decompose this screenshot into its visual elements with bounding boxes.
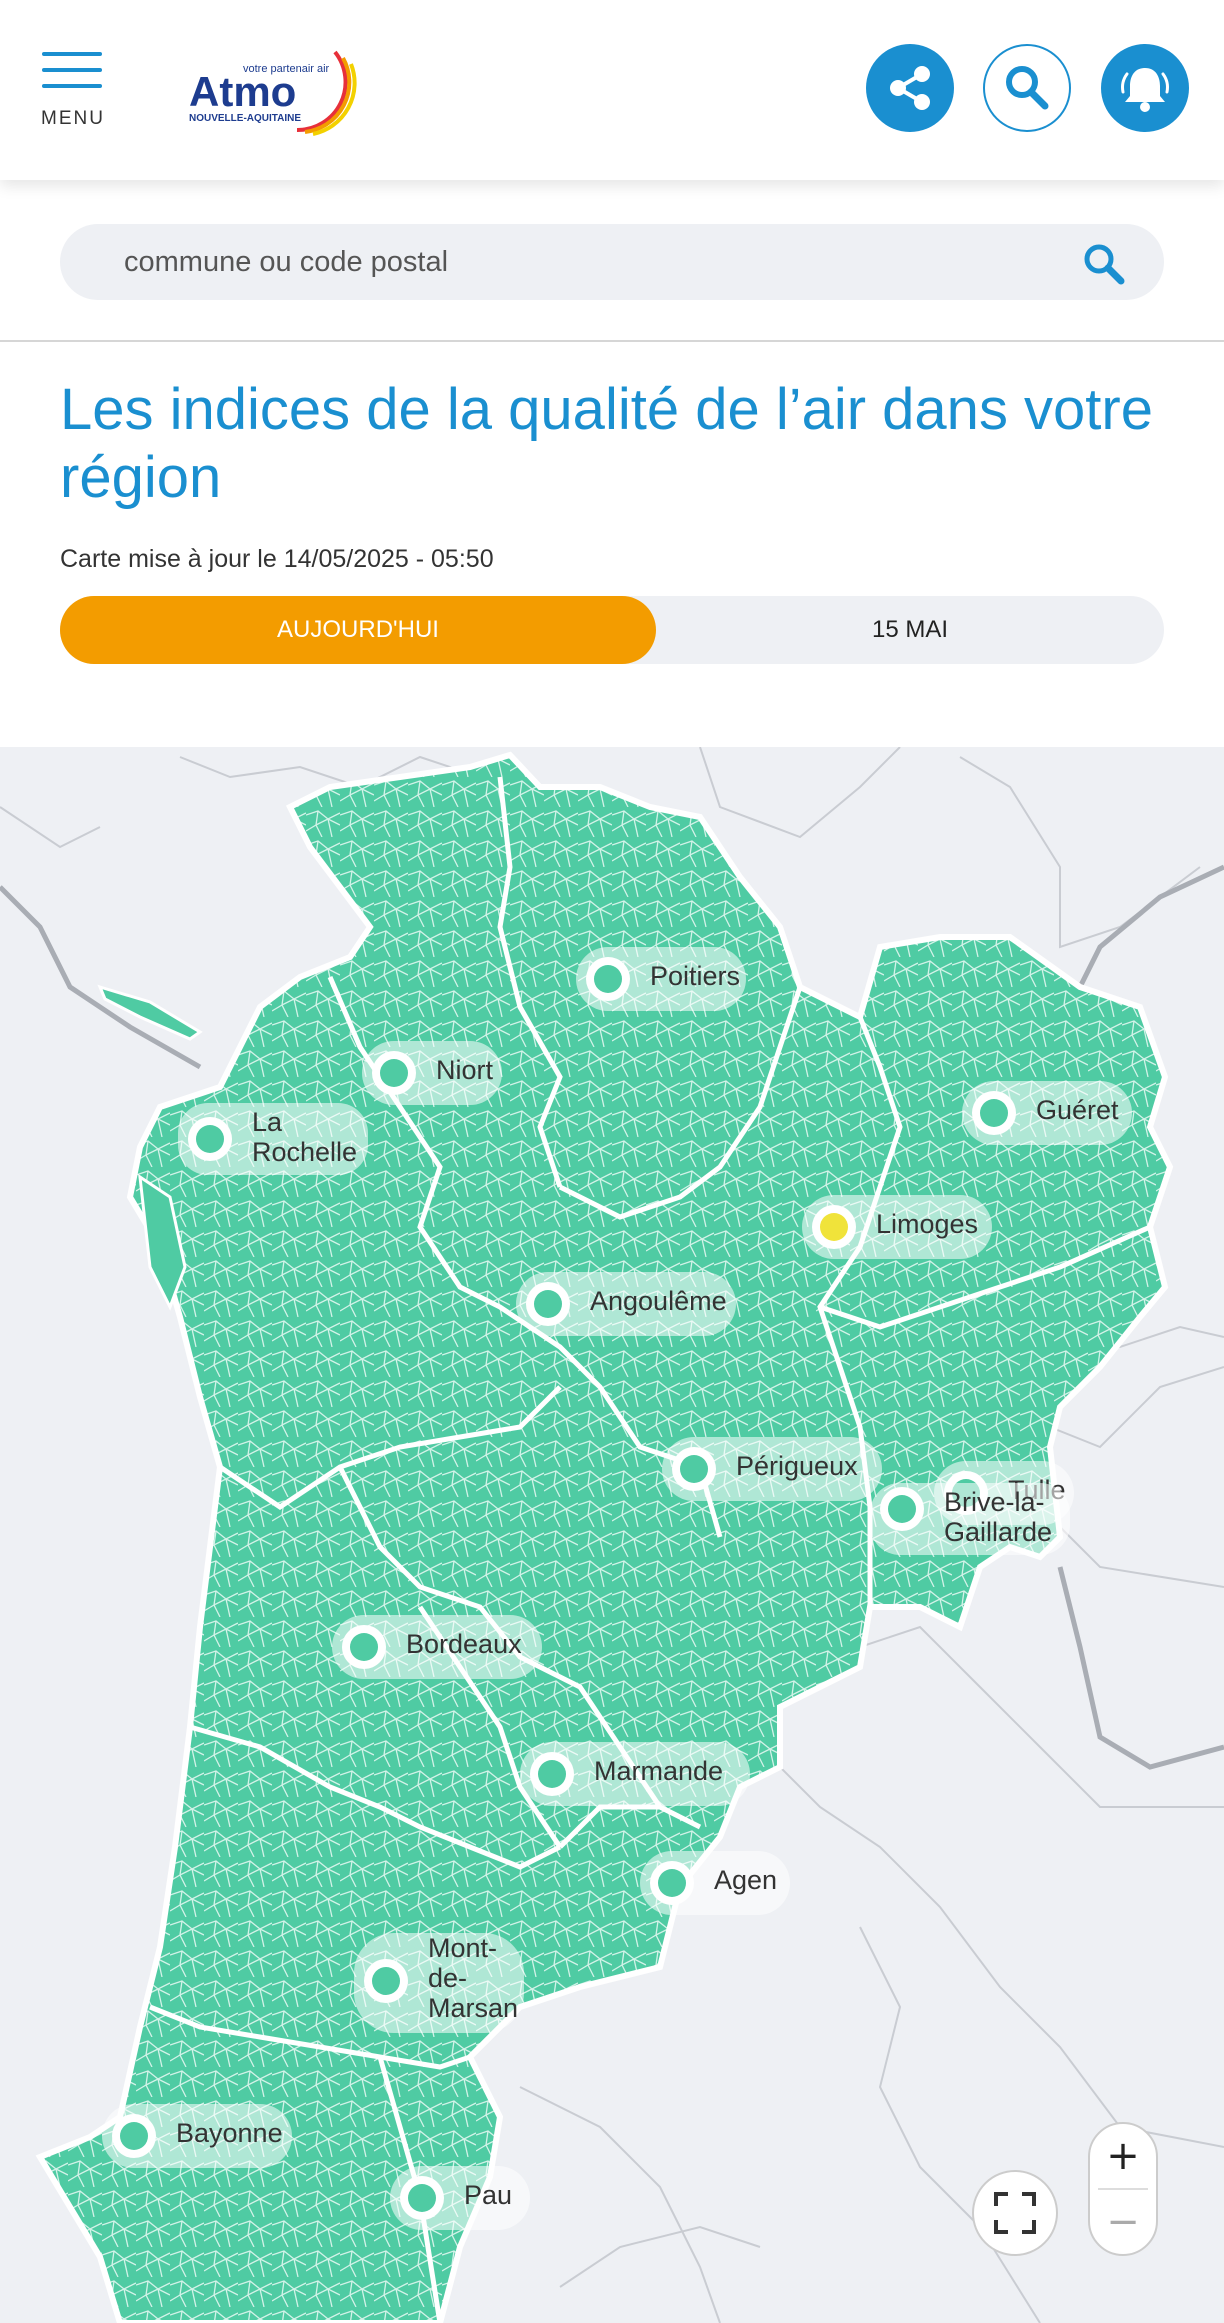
- marker-dot: [342, 1625, 386, 1669]
- share-button[interactable]: [866, 44, 954, 132]
- search-input[interactable]: [124, 224, 1024, 300]
- fullscreen-button[interactable]: [972, 2170, 1058, 2256]
- city-label: Brive-la- Gaillarde: [944, 1487, 1053, 1547]
- notifications-button[interactable]: [1101, 44, 1189, 132]
- city-label: Agen: [714, 1865, 778, 1895]
- marker-dot: [112, 2114, 156, 2158]
- search-toggle-button[interactable]: [983, 44, 1071, 132]
- hamburger-icon: [42, 52, 102, 56]
- island-re: [97, 984, 203, 1041]
- marker-dot: [972, 1091, 1016, 1135]
- menu-button[interactable]: MENU: [40, 50, 104, 132]
- city-label: Limoges: [876, 1209, 979, 1239]
- city-marker-pau[interactable]: Pau: [390, 2166, 530, 2230]
- city-label: Pau: [464, 2180, 513, 2210]
- marker-dot: [880, 1487, 924, 1531]
- share-icon: [890, 66, 930, 110]
- city-marker-perigueux[interactable]: Périgueux: [662, 1437, 882, 1501]
- city-marker-limoges[interactable]: Limoges: [802, 1195, 992, 1259]
- page-title: Les indices de la qualité de l’air dans …: [60, 377, 1153, 510]
- marker-dot: [188, 1117, 232, 1161]
- marker-dot: [400, 2176, 444, 2220]
- menu-label: MENU: [41, 108, 105, 129]
- tab-tomorrow[interactable]: 15 MAI: [656, 596, 1164, 664]
- zoom-in-button[interactable]: +: [1090, 2124, 1156, 2188]
- hamburger-bar: [42, 84, 102, 88]
- city-label: Angoulême: [590, 1286, 727, 1316]
- search-bar: [60, 224, 1164, 300]
- marker-dot: [650, 1861, 694, 1905]
- tab-today[interactable]: AUJOURD'HUI: [60, 596, 656, 664]
- city-label: Guéret: [1036, 1095, 1119, 1125]
- marker-dot: [364, 1959, 408, 2003]
- city-label: La Rochelle: [252, 1107, 358, 1167]
- day-tabs: AUJOURD'HUI 15 MAI: [60, 596, 1164, 664]
- city-label: Mont- de- Marsan: [428, 1933, 519, 2023]
- logo-region: NOUVELLE-AQUITAINE: [189, 113, 301, 124]
- city-label: Marmande: [594, 1756, 724, 1786]
- marker-dot: [372, 1051, 416, 1095]
- fullscreen-icon: [994, 2192, 1036, 2234]
- atmo-logo[interactable]: votre partenair air Atmo NOUVELLE-AQUITA…: [185, 44, 365, 136]
- air-quality-map[interactable]: Poitiers Niort La Rochelle Guéret Limoge…: [0, 747, 1224, 2323]
- city-marker-brive[interactable]: Brive-la- Gaillarde: [870, 1483, 1070, 1555]
- bell-icon: [1121, 68, 1169, 112]
- search-submit-icon[interactable]: [1080, 240, 1128, 288]
- city-marker-bordeaux[interactable]: Bordeaux: [332, 1615, 542, 1679]
- search-icon: [1006, 66, 1049, 110]
- app-header: MENU votre partenair air Atmo NOUVELLE-A…: [0, 0, 1224, 180]
- city-label: Bordeaux: [406, 1629, 522, 1659]
- city-label: Bayonne: [176, 2118, 283, 2148]
- city-label: Niort: [436, 1055, 494, 1085]
- zoom-control: + −: [1088, 2122, 1158, 2256]
- city-marker-niort[interactable]: Niort: [362, 1041, 502, 1105]
- marker-dot: [672, 1447, 716, 1491]
- marker-dot: [530, 1752, 574, 1796]
- city-label: Périgueux: [736, 1451, 858, 1481]
- marker-dot: [812, 1205, 856, 1249]
- zoom-out-button[interactable]: −: [1090, 2190, 1156, 2254]
- hamburger-bar: [42, 68, 102, 72]
- city-marker-bayonne[interactable]: Bayonne: [102, 2104, 292, 2168]
- search-section: [0, 180, 1224, 342]
- city-label: Poitiers: [650, 961, 741, 991]
- city-marker-marmande[interactable]: Marmande: [520, 1742, 750, 1806]
- marker-dot: [586, 957, 630, 1001]
- city-marker-poitiers[interactable]: Poitiers: [576, 947, 746, 1011]
- logo-name: Atmo: [189, 68, 296, 115]
- city-marker-gueret[interactable]: Guéret: [962, 1081, 1132, 1145]
- city-marker-angouleme[interactable]: Angoulême: [516, 1272, 736, 1336]
- marker-dot: [526, 1282, 570, 1326]
- city-marker-agen[interactable]: Agen: [640, 1851, 790, 1915]
- city-marker-la-rochelle[interactable]: La Rochelle: [178, 1103, 368, 1175]
- city-marker-mont-de-marsan[interactable]: Mont- de- Marsan: [354, 1933, 524, 2033]
- map-update-date: Carte mise à jour le 14/05/2025 - 05:50: [60, 545, 494, 573]
